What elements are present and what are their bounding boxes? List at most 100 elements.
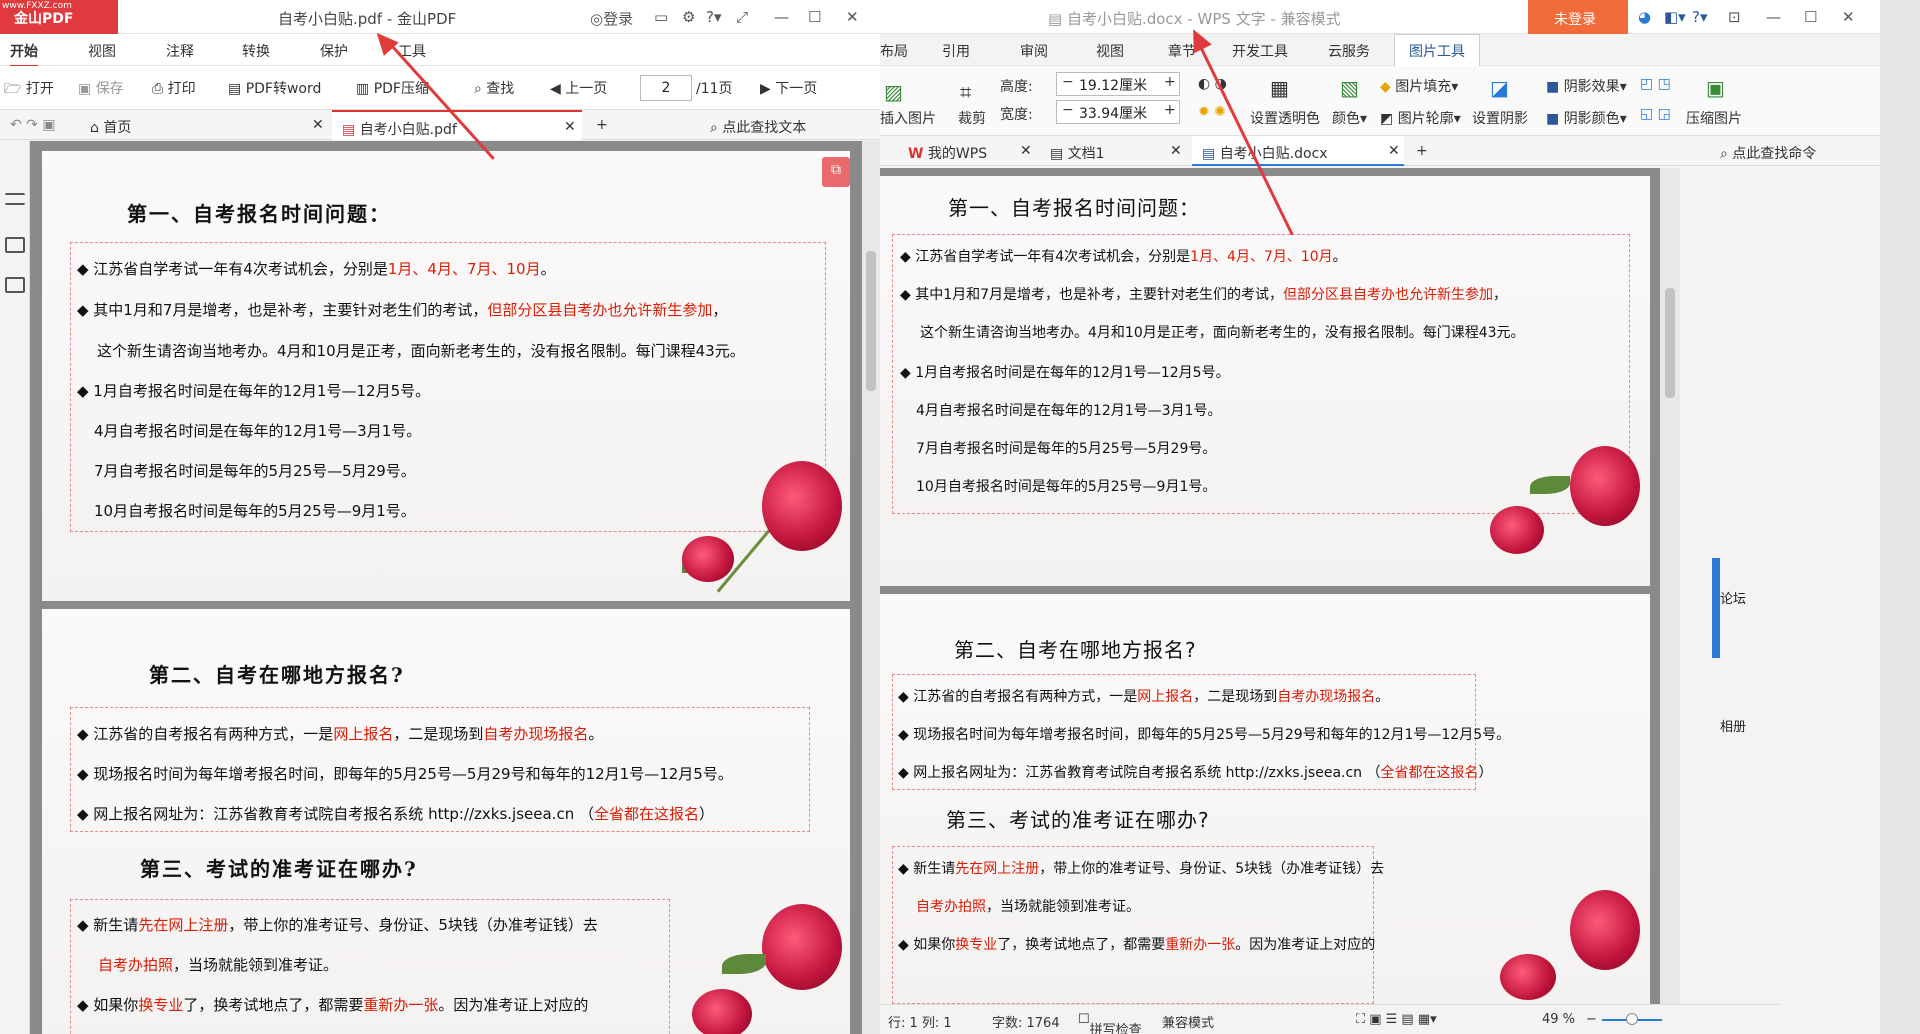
menu-picture-tools[interactable]: 图片工具: [1394, 34, 1480, 66]
shadow-effect-icon: ■: [1546, 79, 1560, 95]
compat-mode: 兼容模式: [1162, 1016, 1215, 1031]
minimize-button[interactable]: —: [1766, 8, 1781, 26]
brightness-icon[interactable]: ✹ ✺: [1198, 104, 1226, 120]
crop-button[interactable]: 裁剪: [958, 108, 986, 128]
menu-layout[interactable]: 布局: [880, 41, 908, 61]
close-tab-icon[interactable]: ✕: [1020, 143, 1032, 159]
text-line: ◆ 网上报名网址为：江苏省教育考试院自考报名系统 http://zxks.jse…: [77, 805, 714, 823]
menu-convert[interactable]: 转换: [242, 41, 270, 61]
menu-review[interactable]: 审阅: [1020, 41, 1048, 61]
increase-width-button[interactable]: +: [1164, 102, 1176, 118]
wps-window: ▤ 自考小白贴.docx - WPS 文字 - 兼容模式 未登录 ◕ ◧▾ ?▾…: [880, 0, 1880, 1034]
set-shadow-button[interactable]: 设置阴影: [1472, 108, 1528, 128]
fullscreen-icon[interactable]: ⤢: [736, 8, 748, 26]
height-input[interactable]: 19.12厘米: [1056, 72, 1180, 96]
increase-height-button[interactable]: +: [1164, 74, 1176, 90]
close-tab-icon[interactable]: ✕: [312, 117, 324, 133]
wps-vertical-scrollbar[interactable]: [1660, 168, 1680, 1004]
menu-view[interactable]: 视图: [88, 41, 116, 61]
close-tab-icon[interactable]: ✕: [564, 119, 576, 135]
search-icon: ⌕: [474, 81, 482, 97]
minimize-button[interactable]: —: [774, 8, 789, 26]
compress-picture-button[interactable]: 压缩图片: [1686, 108, 1742, 128]
text-line: 7月自考报名时间是每年的5月25号—5月29号。: [94, 462, 416, 480]
view-mode-icons[interactable]: ⛶ ▣ ☰ ▤ ▦▾: [1356, 1012, 1437, 1027]
close-button[interactable]: ✕: [1842, 8, 1855, 26]
folder-icon: 🗁: [4, 81, 22, 97]
decrease-height-button[interactable]: −: [1062, 74, 1074, 90]
maximize-button[interactable]: ☐: [808, 8, 821, 26]
spell-check-button[interactable]: ☐ 拼写检查: [1078, 1012, 1142, 1034]
menu-protect[interactable]: 保护: [320, 41, 348, 61]
close-tab-icon[interactable]: ✕: [1170, 143, 1182, 159]
insert-picture-button[interactable]: 插入图片: [880, 108, 936, 128]
zoom-slider-handle[interactable]: [1626, 1013, 1638, 1025]
tab-my-wps[interactable]: W 我的WPS ✕: [898, 136, 1038, 166]
close-button[interactable]: ✕: [846, 8, 859, 26]
app-logo: 金山PDF www.FXXZ.com: [0, 0, 118, 34]
tab-doc1[interactable]: ▤ 文档1 ✕: [1040, 136, 1190, 166]
page-number-input[interactable]: 2: [640, 75, 692, 101]
shadow-icon: ◪: [1490, 76, 1509, 100]
shadow-offset-icons[interactable]: ◰ ◳: [1640, 76, 1671, 92]
new-tab-icon[interactable]: +: [1406, 136, 1438, 166]
scroll-thumb[interactable]: [866, 251, 876, 391]
fill-icon: ◆: [1380, 79, 1391, 95]
skin-icon[interactable]: ◧▾: [1664, 8, 1686, 26]
shadow-color-icon: ■: [1546, 111, 1560, 127]
pdf-to-word-button[interactable]: ▤ PDF转word: [228, 78, 321, 98]
width-input[interactable]: 33.94厘米: [1056, 100, 1180, 124]
wps-titlebar: ▤ 自考小白贴.docx - WPS 文字 - 兼容模式 未登录 ◕ ◧▾ ?▾…: [880, 0, 1880, 34]
next-page-button[interactable]: ▶ 下一页: [760, 78, 817, 98]
picture-fill-button[interactable]: ◆ 图片填充▾: [1380, 76, 1458, 96]
menu-dev-tools[interactable]: 开发工具: [1232, 41, 1288, 61]
menu-reference[interactable]: 引用: [942, 41, 970, 61]
cloud-icon[interactable]: ◕: [1638, 8, 1651, 26]
find-button[interactable]: ⌕ 查找: [474, 78, 514, 98]
zoom-out-button[interactable]: −: [1586, 1012, 1597, 1027]
settings-icon[interactable]: ⚙: [682, 8, 695, 26]
picture-outline-button[interactable]: ◩ 图片轮廓▾: [1380, 108, 1461, 128]
thumbnail-icon[interactable]: [5, 277, 25, 293]
search-text-button[interactable]: ⌕ 点此查找文本: [700, 110, 816, 140]
color-button[interactable]: 颜色▾: [1332, 108, 1367, 128]
new-tab-icon[interactable]: +: [586, 110, 618, 140]
help-icon[interactable]: ?▾: [1692, 8, 1708, 26]
shadow-effect-button[interactable]: ■ 阴影效果▾: [1546, 76, 1627, 96]
not-logged-in-button[interactable]: 未登录: [1528, 0, 1628, 34]
tab-docx-document[interactable]: ▤ 自考小白贴.docx ✕: [1192, 136, 1404, 166]
section-heading-2: 第二、自考在哪地方报名?: [954, 638, 1197, 662]
menu-view[interactable]: 视图: [1096, 41, 1124, 61]
side-tool-icon[interactable]: ⧉: [822, 157, 850, 187]
text-line: 这个新生请咨询当地考办。4月和10月是正考，面向新老考生的，没有报名限制。每门课…: [920, 325, 1525, 341]
help-icon[interactable]: ?▾: [706, 8, 722, 26]
set-transparent-button[interactable]: 设置透明色: [1250, 108, 1320, 128]
prev-page-button[interactable]: ◀ 上一页: [550, 78, 607, 98]
annotation-icon[interactable]: [5, 237, 25, 253]
search-command-button[interactable]: ⌕ 点此查找命令: [1710, 136, 1826, 166]
menu-start[interactable]: 开始: [10, 41, 38, 67]
menu-cloud[interactable]: 云服务: [1328, 41, 1370, 61]
save-button[interactable]: ▣ 保存: [78, 78, 124, 98]
restore-icon[interactable]: ⊡: [1728, 8, 1741, 26]
cursor-position: 行: 1 列: 1: [888, 1016, 952, 1031]
maximize-button[interactable]: ☐: [1804, 8, 1817, 26]
scroll-thumb[interactable]: [1665, 288, 1675, 398]
print-button[interactable]: ⎙ 打印: [152, 78, 196, 98]
pdf-tabbar: ↶ ↷ ▣ ⌂ 首页 ✕ ▤ 自考小白贴.pdf ✕ + ⌕ 点此查找文本: [0, 110, 880, 140]
pdf-vertical-scrollbar[interactable]: [862, 141, 880, 1034]
undo-redo-icons[interactable]: ↶ ↷ ▣: [0, 110, 66, 140]
pdf-compress-button[interactable]: ▥ PDF压缩: [356, 78, 429, 98]
text-line: ◆ 江苏省的自考报名有两种方式，一是网上报名，二是现场到自考办现场报名。: [898, 689, 1390, 705]
login-button[interactable]: ◎登录: [590, 8, 633, 29]
message-icon[interactable]: ▭: [654, 8, 668, 26]
decrease-width-button[interactable]: −: [1062, 102, 1074, 118]
outline-icon[interactable]: [5, 193, 25, 205]
menu-annotate[interactable]: 注释: [166, 41, 194, 61]
shadow-offset-icons[interactable]: ◱ ◲: [1640, 106, 1671, 122]
open-button[interactable]: 🗁 打开: [4, 78, 54, 102]
shadow-color-button[interactable]: ■ 阴影颜色▾: [1546, 108, 1627, 128]
tab-pdf-document[interactable]: ▤ 自考小白贴.pdf ✕: [332, 110, 582, 140]
close-tab-icon[interactable]: ✕: [1388, 143, 1400, 159]
tab-home[interactable]: ⌂ 首页 ✕: [80, 110, 330, 140]
